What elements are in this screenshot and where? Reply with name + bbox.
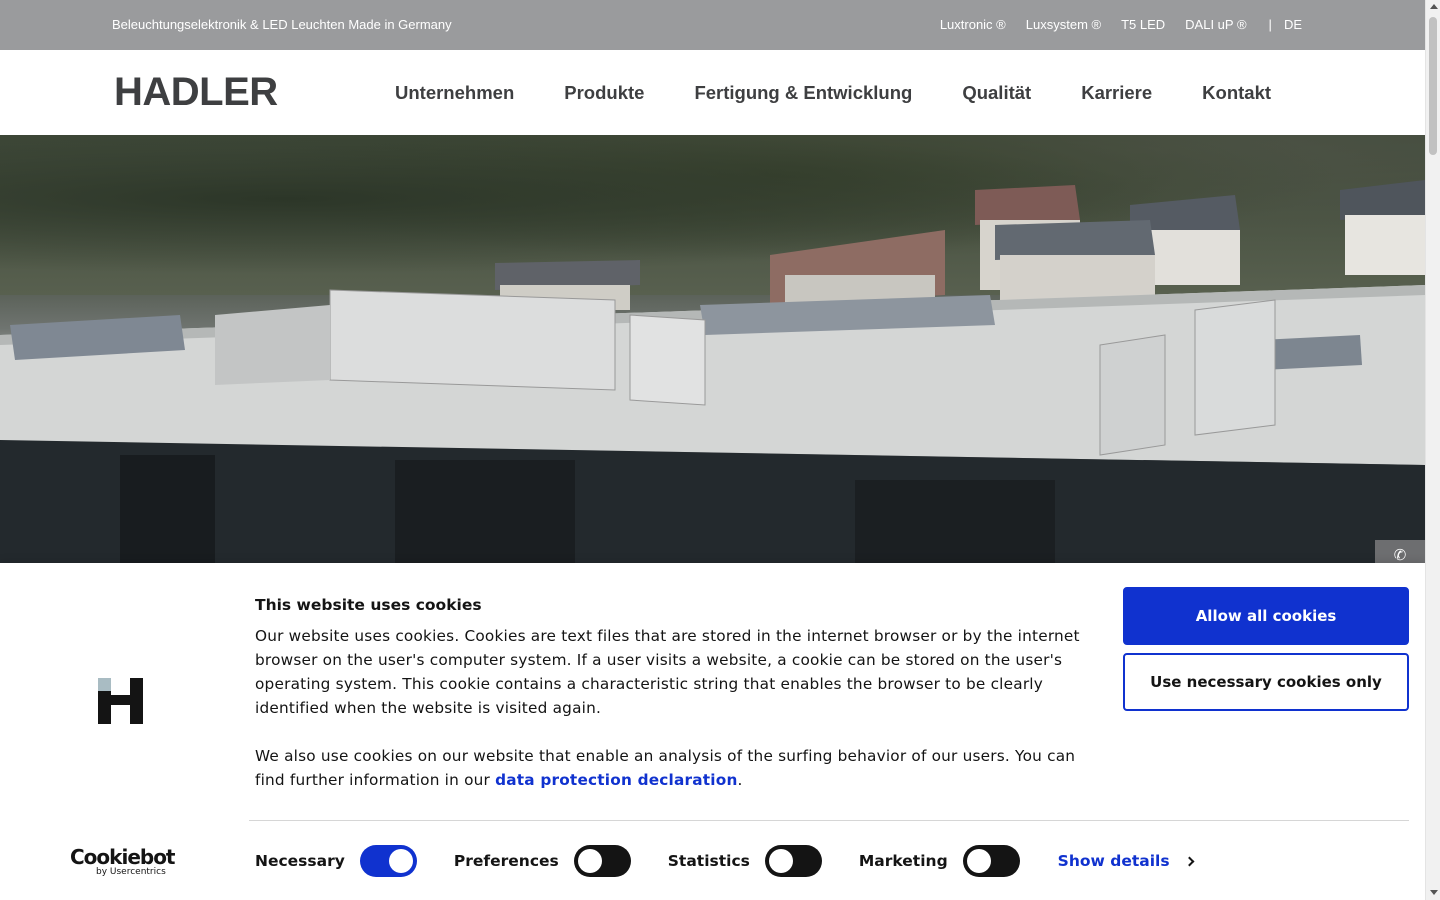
- main-nav: Unternehmen Produkte Fertigung & Entwick…: [395, 82, 1271, 104]
- hadler-h-logo: [98, 678, 143, 724]
- switch-knob: [768, 849, 793, 873]
- switch-knob: [966, 849, 991, 873]
- cookiebot-name: Cookiebot: [70, 845, 176, 869]
- toggle-marketing: Marketing: [859, 845, 1020, 877]
- cookie-paragraph-2: We also use cookies on our website that …: [255, 744, 1085, 792]
- necessary-switch[interactable]: [359, 845, 417, 877]
- language-separator: |: [1268, 17, 1272, 32]
- toggle-label-necessary: Necessary: [255, 852, 345, 870]
- language-switch[interactable]: DE: [1284, 17, 1302, 32]
- switch-knob: [388, 849, 413, 873]
- toggle-label-statistics: Statistics: [667, 852, 750, 870]
- allow-all-cookies-button[interactable]: Allow all cookies: [1123, 587, 1409, 645]
- cookie-paragraph-2-end: .: [737, 771, 743, 789]
- top-link-luxtronic[interactable]: Luxtronic ®: [940, 17, 1006, 32]
- scrollbar-thumb[interactable]: [1429, 17, 1437, 155]
- data-protection-link[interactable]: data protection declaration: [495, 771, 737, 789]
- nav-item-produkte[interactable]: Produkte: [564, 82, 644, 104]
- divider: [249, 820, 1409, 821]
- toggle-label-preferences: Preferences: [453, 852, 559, 870]
- hero-scene: [0, 180, 1425, 565]
- nav-item-qualitaet[interactable]: Qualität: [962, 82, 1031, 104]
- top-link-luxsystem[interactable]: Luxsystem ®: [1026, 17, 1101, 32]
- scroll-up-icon[interactable]: [1430, 4, 1438, 9]
- cookie-toggles: Necessary Preferences Statistics Marketi…: [255, 845, 1195, 877]
- switch-knob: [577, 849, 602, 873]
- hero-image: [0, 135, 1425, 565]
- toggle-necessary: Necessary: [255, 845, 417, 877]
- cookiebot-by: by Usercentrics: [96, 867, 166, 877]
- scroll-down-icon[interactable]: [1430, 890, 1438, 895]
- marketing-switch[interactable]: [962, 845, 1020, 877]
- show-details-link[interactable]: Show details: [1057, 852, 1195, 870]
- nav-item-unternehmen[interactable]: Unternehmen: [395, 82, 514, 104]
- phone-contact-button[interactable]: ✆: [1375, 540, 1425, 565]
- phone-icon: ✆: [1393, 546, 1407, 564]
- statistics-switch[interactable]: [764, 845, 822, 877]
- nav-item-kontakt[interactable]: Kontakt: [1202, 82, 1271, 104]
- logo-wordmark: HADLER: [114, 70, 278, 114]
- cookiebot-logo[interactable]: Cookiebot by Usercentrics: [70, 845, 176, 878]
- tagline: Beleuchtungselektronik & LED Leuchten Ma…: [112, 17, 452, 32]
- necessary-cookies-only-button[interactable]: Use necessary cookies only: [1123, 653, 1409, 711]
- page-scrollbar[interactable]: [1425, 0, 1440, 900]
- cookie-banner: This website uses cookies Our website us…: [0, 563, 1425, 900]
- cookie-description: Our website uses cookies. Cookies are te…: [255, 624, 1085, 792]
- cookie-title: This website uses cookies: [255, 596, 482, 614]
- nav-item-fertigung[interactable]: Fertigung & Entwicklung: [694, 82, 912, 104]
- preferences-switch[interactable]: [573, 845, 631, 877]
- top-link-dali[interactable]: DALI uP ®: [1185, 17, 1246, 32]
- cookie-paragraph-1: Our website uses cookies. Cookies are te…: [255, 627, 1080, 717]
- top-links: Luxtronic ® Luxsystem ® T5 LED DALI uP ®…: [940, 17, 1302, 32]
- site-header: HADLER Unternehmen Produkte Fertigung & …: [0, 50, 1425, 135]
- show-details-label: Show details: [1057, 852, 1170, 870]
- nav-item-karriere[interactable]: Karriere: [1081, 82, 1152, 104]
- top-link-t5-led[interactable]: T5 LED: [1121, 17, 1165, 32]
- hadler-logo[interactable]: HADLER: [112, 70, 278, 114]
- chevron-right-icon: [1184, 856, 1195, 866]
- top-bar: Beleuchtungselektronik & LED Leuchten Ma…: [0, 0, 1425, 50]
- toggle-preferences: Preferences: [454, 845, 631, 877]
- toggle-statistics: Statistics: [668, 845, 822, 877]
- toggle-label-marketing: Marketing: [858, 852, 948, 870]
